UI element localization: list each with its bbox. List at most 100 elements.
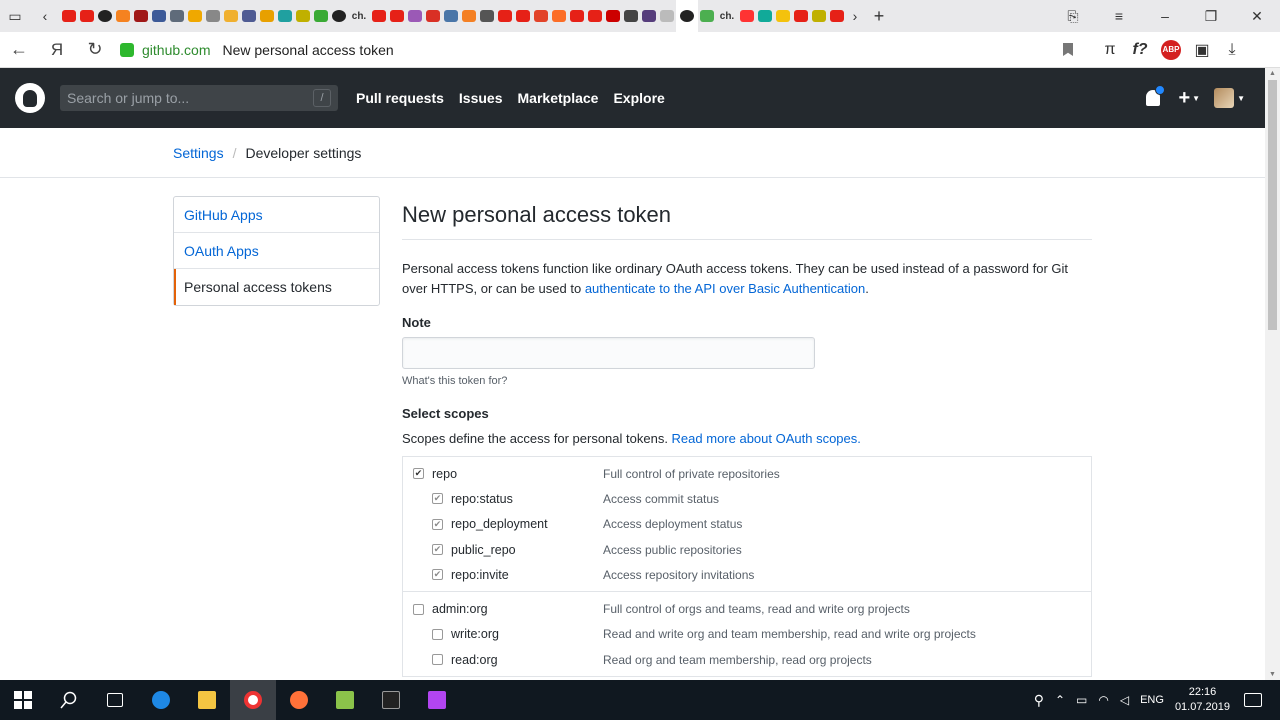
chevron-down-icon[interactable]: ▼ xyxy=(1237,94,1245,103)
tab-favicon[interactable] xyxy=(258,0,276,32)
tab-favicon[interactable] xyxy=(168,0,186,32)
nav-pull-requests[interactable]: Pull requests xyxy=(356,90,444,106)
tab-favicon[interactable] xyxy=(370,0,388,32)
scope-checkbox[interactable]: ✔ xyxy=(432,518,443,530)
basic-auth-link[interactable]: authenticate to the API over Basic Authe… xyxy=(585,281,865,296)
search-box[interactable]: / xyxy=(60,85,338,111)
phpstorm-icon[interactable] xyxy=(414,680,460,720)
notepad-icon[interactable] xyxy=(322,680,368,720)
tab-favicon[interactable] xyxy=(132,0,150,32)
battery-icon[interactable]: ▭ xyxy=(1076,693,1087,707)
back-icon[interactable]: ← xyxy=(0,32,38,68)
scope-checkbox[interactable] xyxy=(432,628,443,640)
scroll-tabs-right-icon[interactable]: › xyxy=(846,0,864,32)
volume-icon[interactable]: ◁ xyxy=(1120,693,1129,707)
url-field[interactable]: github.com New personal access token xyxy=(120,35,1085,64)
tab-favicon[interactable] xyxy=(388,0,406,32)
restore-icon[interactable]: ❐ xyxy=(1188,0,1234,32)
tab-favicon-text[interactable]: ch. xyxy=(716,0,738,32)
tab-favicon[interactable] xyxy=(496,0,514,32)
menu-item-personal-access-tokens[interactable]: Personal access tokens xyxy=(174,269,379,305)
tab-favicon[interactable] xyxy=(622,0,640,32)
oauth-scopes-link[interactable]: Read more about OAuth scopes. xyxy=(672,431,861,446)
tab-favicon[interactable] xyxy=(514,0,532,32)
tab-favicon[interactable] xyxy=(532,0,550,32)
breadcrumb-settings-link[interactable]: Settings xyxy=(173,145,224,161)
yandex-home-icon[interactable]: Я xyxy=(38,32,76,68)
firefox-icon[interactable] xyxy=(276,680,322,720)
tab-favicon[interactable] xyxy=(792,0,810,32)
chevron-up-icon[interactable]: ⌃ xyxy=(1055,693,1065,707)
tab-favicon[interactable] xyxy=(330,0,348,32)
tab-favicon[interactable] xyxy=(424,0,442,32)
bookmark-flag-icon[interactable] xyxy=(1063,43,1073,56)
scroll-up-icon[interactable]: ▲ xyxy=(1269,70,1276,77)
task-view-icon[interactable] xyxy=(92,680,138,720)
tab-favicon[interactable] xyxy=(568,0,586,32)
secure-lock-icon[interactable] xyxy=(120,42,134,57)
tab-favicon[interactable] xyxy=(478,0,496,32)
search-input[interactable] xyxy=(67,90,313,106)
tab-favicon[interactable] xyxy=(312,0,330,32)
tab-favicon[interactable] xyxy=(186,0,204,32)
tab-favicon[interactable] xyxy=(60,0,78,32)
extension-f-icon[interactable]: f? xyxy=(1125,32,1155,68)
scope-checkbox[interactable] xyxy=(432,654,443,666)
tab-favicon[interactable] xyxy=(756,0,774,32)
tab-favicon-text[interactable]: ch. xyxy=(348,0,370,32)
language-indicator[interactable]: ENG xyxy=(1140,694,1164,706)
tab-favicon[interactable] xyxy=(294,0,312,32)
extension-pi-icon[interactable]: π xyxy=(1095,32,1125,68)
extension-user-icon[interactable]: ▣ xyxy=(1187,32,1217,68)
tab-favicon[interactable] xyxy=(640,0,658,32)
scope-checkbox[interactable]: ✔ xyxy=(432,493,443,505)
scope-checkbox[interactable] xyxy=(413,603,424,615)
scope-checkbox[interactable]: ✔ xyxy=(432,569,443,581)
menu-item-github-apps[interactable]: GitHub Apps xyxy=(174,197,379,233)
nav-explore[interactable]: Explore xyxy=(613,90,664,106)
notifications-bell-icon[interactable] xyxy=(1146,85,1166,106)
start-windows-icon[interactable] xyxy=(0,680,46,720)
tab-favicon[interactable] xyxy=(276,0,294,32)
tab-favicon-active[interactable] xyxy=(676,0,698,32)
downloads-icon[interactable]: ⤓ xyxy=(1217,32,1247,68)
wifi-icon[interactable]: ◠ xyxy=(1098,693,1108,707)
tab-favicon[interactable] xyxy=(658,0,676,32)
tab-favicon[interactable] xyxy=(442,0,460,32)
tab-favicon[interactable] xyxy=(586,0,604,32)
tab-favicon[interactable] xyxy=(460,0,478,32)
tab-favicon[interactable] xyxy=(406,0,424,32)
tab-favicon[interactable] xyxy=(738,0,756,32)
create-new-plus-icon[interactable]: + xyxy=(1178,87,1190,110)
scope-checkbox[interactable]: ✔ xyxy=(413,468,424,480)
close-icon[interactable]: ✕ xyxy=(1234,0,1280,32)
tab-favicon[interactable] xyxy=(550,0,568,32)
tab-favicon[interactable] xyxy=(150,0,168,32)
tabs-menu-icon[interactable]: ▭ xyxy=(0,0,30,32)
search-icon[interactable] xyxy=(46,680,92,720)
new-tab-icon[interactable]: + xyxy=(864,0,894,32)
scroll-down-icon[interactable]: ▼ xyxy=(1269,671,1276,678)
menu-item-oauth-apps[interactable]: OAuth Apps xyxy=(174,233,379,269)
bookmarks-icon[interactable]: ⎘ xyxy=(1050,0,1096,32)
tab-favicon[interactable] xyxy=(698,0,716,32)
scope-checkbox[interactable]: ✔ xyxy=(432,544,443,556)
action-center-icon[interactable] xyxy=(1244,693,1262,707)
page-scrollbar[interactable]: ▲ ▼ xyxy=(1265,68,1280,680)
minimize-icon[interactable]: – xyxy=(1142,0,1188,32)
file-explorer-icon[interactable] xyxy=(184,680,230,720)
browser-menu-icon[interactable]: ≡ xyxy=(1096,0,1142,32)
edge-browser-icon[interactable] xyxy=(138,680,184,720)
nav-marketplace[interactable]: Marketplace xyxy=(518,90,599,106)
tab-favicon[interactable] xyxy=(222,0,240,32)
nav-issues[interactable]: Issues xyxy=(459,90,503,106)
clock[interactable]: 22:16 01.07.2019 xyxy=(1175,685,1230,715)
tab-favicon[interactable] xyxy=(810,0,828,32)
tab-favicon[interactable] xyxy=(240,0,258,32)
avatar[interactable] xyxy=(1214,88,1235,108)
scroll-tabs-left-icon[interactable]: ‹ xyxy=(30,0,60,32)
tab-favicon[interactable] xyxy=(604,0,622,32)
yandex-browser-icon[interactable] xyxy=(230,680,276,720)
tab-favicon[interactable] xyxy=(828,0,846,32)
tab-favicon[interactable] xyxy=(96,0,114,32)
